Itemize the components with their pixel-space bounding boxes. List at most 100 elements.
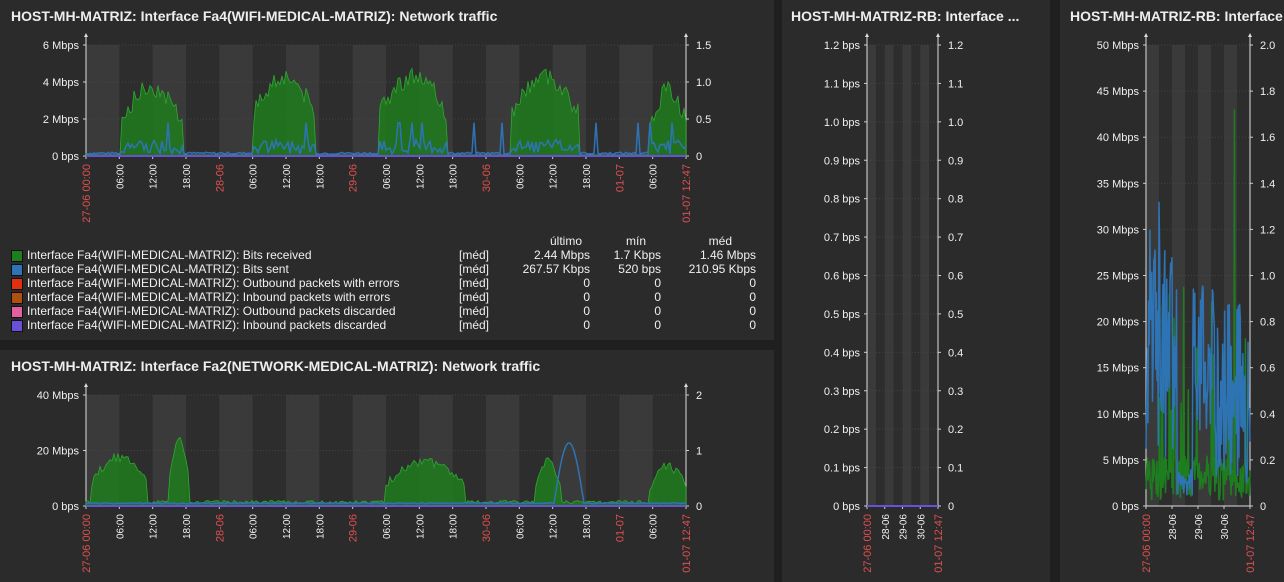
legend-swatch [11, 278, 23, 290]
traffic-chart[interactable]: 6 Mbps 4 Mbps 2 Mbps 0 bps 1.5 1.0 0.5 0 27-06 0… [0, 0, 774, 230]
x-axis-label: 18:00 [582, 164, 593, 189]
y-axis-right-label: 1.0 [696, 77, 711, 89]
y-axis-right-label: 1.6 [1260, 132, 1275, 144]
legend-swatch [11, 264, 23, 276]
y-axis-right-label: 0.7 [948, 232, 963, 244]
legend-last: 0 [583, 304, 590, 318]
y-axis-right-label: 1.0 [948, 117, 963, 129]
legend-label: Interface Fa4(WIFI-MEDICAL-MATRIZ): Bits… [27, 262, 289, 276]
legend-last: 0 [583, 276, 590, 290]
plot-band [867, 45, 876, 506]
y-axis-left-label: 0.6 bps [824, 271, 861, 283]
legend-min: 0 [654, 276, 661, 290]
x-axis-label: 29-06 [1194, 514, 1205, 540]
x-axis-label: 06:00 [515, 514, 526, 539]
y-axis-left-label: 0.7 bps [824, 232, 861, 244]
legend-func: [méd] [459, 276, 490, 290]
legend-label: Interface Fa4(WIFI-MEDICAL-MATRIZ): Bits… [27, 248, 312, 262]
y-axis-left-label: 25 Mbps [1097, 271, 1140, 283]
y-axis-right-label: 1.0 [1260, 271, 1275, 283]
x-axis-label: 12:00 [282, 164, 293, 189]
y-axis-right-label: 1.2 [948, 40, 963, 52]
y-axis-right-label: 0.5 [948, 309, 963, 321]
y-axis-left-label: 0 bps [833, 501, 860, 513]
y-axis-left-label: 45 Mbps [1097, 86, 1140, 98]
y-axis-left-label: 0 bps [52, 151, 79, 163]
y-axis-right-label: 0.9 [948, 155, 963, 167]
x-axis-label: 18:00 [315, 164, 326, 189]
traffic-chart[interactable]: 40 Mbps 20 Mbps 0 bps 2 1 0 27-06 00:00 06:00 12… [0, 350, 774, 582]
x-axis-label: 27-06 00:00 [81, 164, 93, 223]
legend-swatch [11, 250, 23, 262]
x-axis-label: 12:00 [149, 164, 160, 189]
legend-min: 520 bps [618, 262, 661, 276]
y-axis-right-label: 1.2 [1260, 224, 1275, 236]
y-axis-right-label: 2 [696, 390, 702, 402]
x-axis-label: 18:00 [449, 514, 460, 539]
x-axis-label: 18:00 [315, 514, 326, 539]
y-axis-right-label: 0.4 [948, 347, 963, 359]
x-axis-label: 28-06 [1168, 514, 1179, 540]
x-axis-label: 06:00 [249, 514, 260, 539]
y-axis-left-label: 40 Mbps [37, 390, 80, 402]
legend-avg: 0 [749, 318, 756, 332]
y-axis-right-label: 0 [948, 501, 954, 513]
x-axis-label: 06:00 [115, 164, 126, 189]
y-axis-right-label: 1.8 [1260, 86, 1275, 98]
x-axis-label: 06:00 [649, 514, 660, 539]
x-axis-label: 18:00 [449, 164, 460, 189]
graph-panel-rb-2: HOST-MH-MATRIZ-RB: Interface 50 Mbps 45 M… [1060, 0, 1284, 582]
x-axis-label: 06:00 [382, 514, 393, 539]
y-axis-arrow [865, 33, 869, 37]
legend-last: 0 [583, 318, 590, 332]
y-axis-left-label: 1.2 bps [824, 40, 861, 52]
legend-avg: 0 [749, 276, 756, 290]
y-axis-left-label: 0.5 bps [824, 309, 861, 321]
y-axis-left-label: 0.2 bps [824, 424, 861, 436]
legend-avg: 1.46 Mbps [699, 248, 756, 262]
x-axis-label: 30-06 [916, 514, 927, 540]
legend-last: 0 [583, 290, 590, 304]
legend-avg: 0 [749, 304, 756, 318]
x-axis-label: 06:00 [515, 164, 526, 189]
y-axis-left-label: 35 Mbps [1097, 178, 1140, 190]
legend-func: [méd] [459, 290, 490, 304]
x-axis-label: 27-06 00:00 [81, 514, 93, 573]
y-axis-right-label: 1.1 [948, 78, 963, 90]
y-axis-left-label: 0.8 bps [824, 194, 861, 206]
x-axis-label: 12:00 [415, 164, 426, 189]
x-axis-label: 06:00 [382, 164, 393, 189]
legend-label: Interface Fa4(WIFI-MEDICAL-MATRIZ): Outb… [27, 276, 400, 290]
y-axis-arrow [1248, 33, 1252, 37]
y-axis-left-label: 0.1 bps [824, 463, 861, 475]
x-axis-label: 01-07 [614, 164, 626, 192]
legend-avg: 210.95 Kbps [688, 262, 756, 276]
legend-func: [méd] [459, 262, 490, 276]
legend-func: [méd] [459, 304, 490, 318]
y-axis-left-label: 30 Mbps [1097, 224, 1140, 236]
plot-band [884, 45, 894, 506]
x-axis-label: 12:00 [549, 164, 560, 189]
y-axis-right-label: 0.6 [948, 271, 963, 283]
y-axis-left-label: 5 Mbps [1103, 455, 1140, 467]
y-axis-right-label: 0.8 [948, 194, 963, 206]
x-axis-label: 30-06 [1220, 514, 1231, 540]
y-axis-left-label: 20 Mbps [37, 446, 80, 458]
traffic-chart[interactable]: 50 Mbps 45 Mbps 40 Mbps 35 Mbps 30 Mbps 25 Mb… [1060, 0, 1284, 582]
y-axis-left-label: 0.9 bps [824, 155, 861, 167]
legend-min: 0 [654, 318, 661, 332]
legend-header-avg: méd [708, 234, 732, 248]
legend-min: 1.7 Kbps [613, 248, 661, 262]
traffic-chart[interactable]: 1.2 bps 1.1 bps 1.0 bps 0.9 bps 0.8 bps 0.7 b… [782, 0, 1050, 582]
graph-panel-fa2: HOST-MH-MATRIZ: Interface Fa2(NETWORK-ME… [0, 350, 774, 582]
x-axis-label: 18:00 [582, 514, 593, 539]
legend-min: 0 [654, 290, 661, 304]
y-axis-arrow [1144, 33, 1148, 37]
legend-func: [méd] [459, 248, 490, 262]
y-axis-left-label: 4 Mbps [43, 77, 80, 89]
y-axis-right-label: 0 [1260, 501, 1266, 513]
x-axis-label: 18:00 [182, 164, 193, 189]
legend-header-min: mín [625, 234, 646, 248]
x-axis-label: 29-06 [348, 164, 360, 192]
graph-panel-rb-1: HOST-MH-MATRIZ-RB: Interface ... 1.2 bps… [782, 0, 1050, 582]
